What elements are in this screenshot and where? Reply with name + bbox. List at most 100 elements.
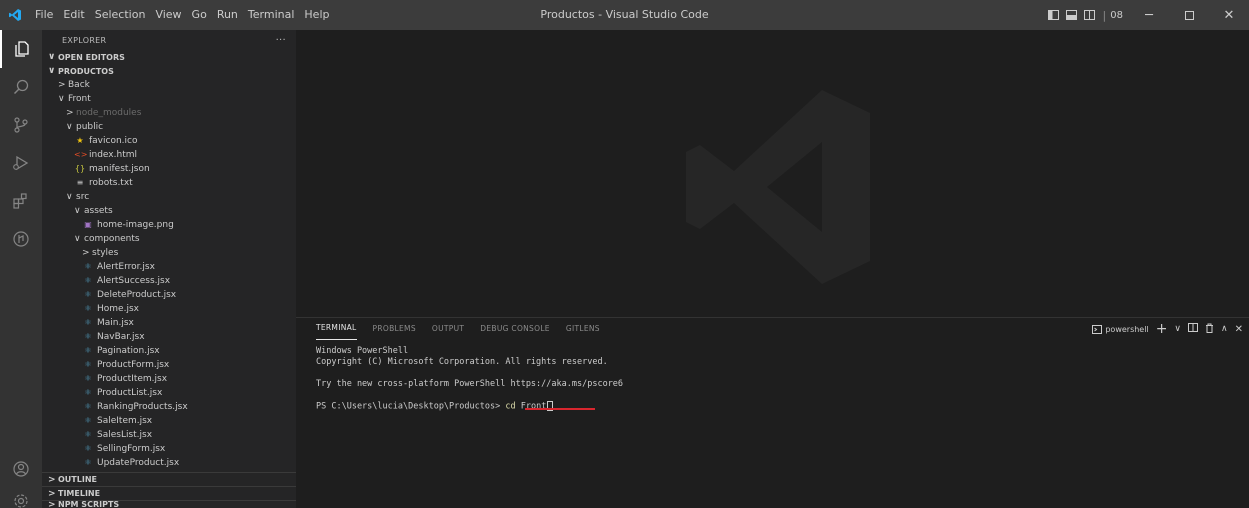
tree-file[interactable]: ⚛ Pagination.jsx [42,344,296,358]
menu-go[interactable]: Go [187,0,212,30]
tree-file[interactable]: {} manifest.json [42,162,296,176]
sidebar-bottom-sections: > OUTLINE > TIMELINE > NPM SCRIPTS [42,472,296,508]
tree-item-label: assets [84,206,113,216]
tree-folder[interactable]: > styles [42,246,296,260]
terminal-panel: TERMINAL PROBLEMS OUTPUT DEBUG CONSOLE GITLE… [296,317,1249,508]
tree-file[interactable]: ⚛ RankingProducts.jsx [42,400,296,414]
tree-file[interactable]: ⚛ ProductList.jsx [42,386,296,400]
tab-gitlens[interactable]: GITLENS [566,318,600,340]
tree-folder[interactable]: > Back [42,78,296,92]
tree-file[interactable]: ≡ robots.txt [42,176,296,190]
maximize-icon[interactable] [1169,0,1209,30]
npm-scripts-section[interactable]: > NPM SCRIPTS [42,500,296,508]
close-panel-icon[interactable]: ✕ [1235,324,1243,335]
tree-item-label: public [76,122,104,132]
chevron-down-icon: ∨ [66,192,73,202]
tree-file[interactable]: ⚛ Home.jsx [42,302,296,316]
tree-file[interactable]: ⚛ Main.jsx [42,316,296,330]
tree-file[interactable]: ⚛ DeleteProduct.jsx [42,288,296,302]
maximize-panel-icon[interactable]: ∧ [1221,324,1228,334]
tab-debug-console[interactable]: DEBUG CONSOLE [480,318,550,340]
tree-file[interactable]: ⚛ UpdateProduct.jsx [42,456,296,470]
toggle-panel-icon[interactable] [1065,9,1079,21]
outline-section[interactable]: > OUTLINE [42,472,296,486]
new-terminal-icon[interactable]: + [1156,321,1168,337]
search-icon[interactable] [0,68,42,106]
terminal-output[interactable]: Windows PowerShell Copyright (C) Microso… [296,340,1249,412]
tree-folder[interactable]: ∨ src [42,190,296,204]
tree-folder[interactable]: ∨ public [42,120,296,134]
menu-run[interactable]: Run [212,0,243,30]
chevron-down-icon: ∨ [66,122,73,132]
menu-selection[interactable]: Selection [90,0,151,30]
chevron-down-icon: ∨ [74,234,81,244]
tree-file[interactable]: ▣ home-image.png [42,218,296,232]
explorer-icon[interactable] [0,30,42,68]
split-layout-icon[interactable] [1083,9,1097,21]
tree-item-label: ProductItem.jsx [97,374,168,384]
tree-folder[interactable]: ∨ assets [42,204,296,218]
trash-icon[interactable] [1205,323,1214,336]
tree-file[interactable]: ★ favicon.ico [42,134,296,148]
tree-file[interactable]: ⚛ SellingForm.jsx [42,442,296,456]
timeline-label: TIMELINE [58,489,101,498]
panel-actions: powershell + ∨ ∧ ✕ [1092,318,1243,340]
tree-file[interactable]: ⚛ SaleItem.jsx [42,414,296,428]
project-section[interactable]: ∨ PRODUCTOS [42,64,296,78]
open-editors-section[interactable]: ∨ OPEN EDITORS [42,50,296,64]
tab-output[interactable]: OUTPUT [432,318,464,340]
close-icon[interactable]: ✕ [1209,0,1249,30]
timeline-section[interactable]: > TIMELINE [42,486,296,500]
menu-terminal[interactable]: Terminal [243,0,300,30]
tree-item-label: Pagination.jsx [97,346,160,356]
tree-folder[interactable]: ∨ components [42,232,296,246]
activity-bar [0,30,42,508]
react-file-icon: ⚛ [84,332,92,341]
shell-selector[interactable]: powershell [1092,324,1149,334]
tree-item-label: Home.jsx [97,304,139,314]
tree-file[interactable]: ⚛ AlertSuccess.jsx [42,274,296,288]
annotation-underline [525,408,595,410]
tree-folder[interactable]: ∨ Front [42,92,296,106]
tree-file[interactable]: ⚛ ProductForm.jsx [42,358,296,372]
toggle-sidebar-icon[interactable] [1047,9,1061,21]
chevron-right-icon: > [48,474,56,485]
tree-file[interactable]: ⚛ SalesList.jsx [42,428,296,442]
terminal-line: Windows PowerShell [316,346,409,356]
chevron-right-icon: > [66,108,74,118]
tree-file[interactable]: ⚛ ProductItem.jsx [42,372,296,386]
extensions-icon[interactable] [0,182,42,220]
tab-terminal[interactable]: TERMINAL [316,318,357,340]
layout-grid-count[interactable]: 08 [1110,10,1123,21]
menu-edit[interactable]: Edit [58,0,89,30]
split-terminal-icon[interactable] [1188,323,1199,335]
terminal-command: cd [505,401,516,412]
tree-file[interactable]: ⚛ AlertError.jsx [42,260,296,274]
gear-icon[interactable] [0,482,42,508]
tree-file[interactable]: <> index.html [42,148,296,162]
tree-item-label: node_modules [76,108,142,118]
project-label: PRODUCTOS [58,66,114,76]
react-file-icon: ⚛ [84,346,92,355]
tab-problems[interactable]: PROBLEMS [373,318,416,340]
file-tree: > Back ∨ Front > node_modules ∨ public ★ favicon.… [42,78,296,470]
menu-help[interactable]: Help [299,0,334,30]
react-file-icon: ⚛ [84,262,92,271]
more-actions-icon[interactable]: ··· [276,35,286,46]
window-controls: | 08 ─ ✕ [1045,0,1249,30]
source-control-icon[interactable] [0,106,42,144]
editor-area[interactable] [296,30,1249,317]
outline-label: OUTLINE [58,475,97,484]
gitlens-icon[interactable] [0,220,42,258]
menu-view[interactable]: View [150,0,186,30]
menu-file[interactable]: File [30,0,58,30]
tree-folder[interactable]: > node_modules [42,106,296,120]
tree-file[interactable]: ⚛ NavBar.jsx [42,330,296,344]
tree-item-label: robots.txt [89,178,133,188]
chevron-down-icon: ∨ [48,52,56,62]
chevron-down-icon[interactable]: ∨ [1174,324,1181,334]
run-debug-icon[interactable] [0,144,42,182]
tree-item-label: ProductList.jsx [97,388,163,398]
title-bar: File Edit Selection View Go Run Terminal Help P… [0,0,1249,30]
minimize-icon[interactable]: ─ [1129,0,1169,30]
